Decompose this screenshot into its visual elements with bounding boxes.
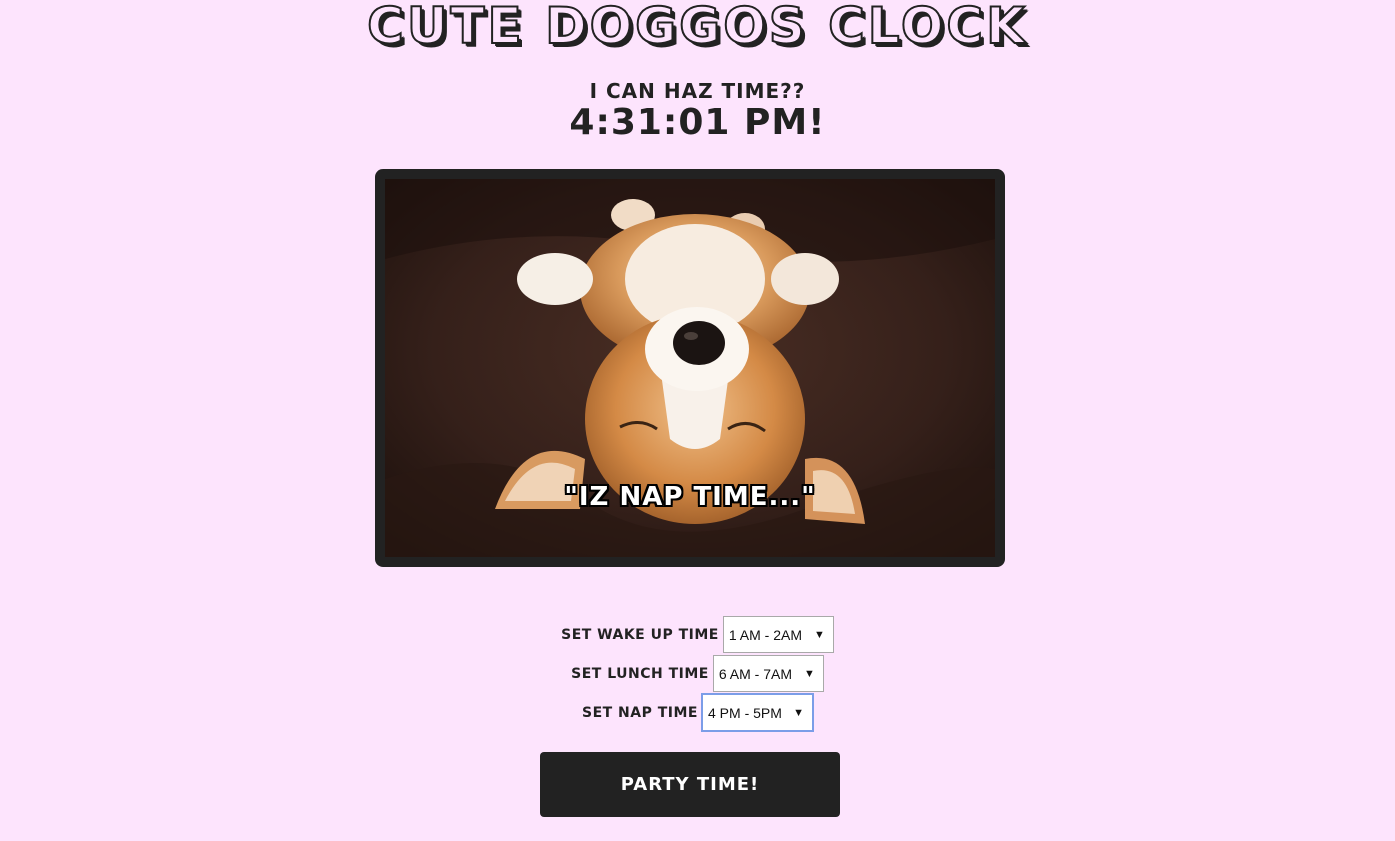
wake-up-label: Set Wake Up Time (561, 626, 719, 643)
lunch-label: Set Lunch Time (571, 665, 709, 682)
chevron-down-icon: ▼ (803, 667, 815, 680)
page: Cute Doggos Clock I can haz time?? 4:31:… (0, 0, 1395, 841)
nap-time-select[interactable]: 4 PM - 5PM ▼ (702, 694, 813, 731)
wake-up-time-select[interactable]: 1 AM - 2AM ▼ (722, 616, 834, 653)
dog-image-frame: "IZ NAP TIME..." (375, 169, 1005, 567)
clock-subtitle: I can haz time?? (589, 79, 806, 103)
wake-up-selected-value: 1 AM - 2AM (728, 626, 803, 643)
time-settings: Set Wake Up Time 1 AM - 2AM ▼ Set Lunch … (0, 615, 1395, 732)
dog-image: "IZ NAP TIME..." (385, 179, 995, 557)
page-title: Cute Doggos Clock (366, 0, 1028, 55)
lunch-row: Set Lunch Time 6 AM - 7AM ▼ (0, 654, 1395, 693)
chevron-down-icon: ▼ (813, 628, 825, 641)
lunch-time-select[interactable]: 6 AM - 7AM ▼ (712, 655, 824, 692)
lunch-selected-value: 6 AM - 7AM (718, 665, 792, 682)
nap-row: Set Nap Time 4 PM - 5PM ▼ (0, 693, 1395, 732)
nap-label: Set Nap Time (581, 704, 698, 721)
nap-selected-value: 4 PM - 5PM (708, 704, 782, 721)
image-caption: "IZ NAP TIME..." (564, 482, 816, 512)
chevron-down-icon: ▼ (793, 706, 804, 719)
party-time-button[interactable]: Party Time! (540, 752, 840, 817)
wake-up-row: Set Wake Up Time 1 AM - 2AM ▼ (0, 615, 1395, 654)
clock-time: 4:31:01 PM! (569, 102, 826, 143)
